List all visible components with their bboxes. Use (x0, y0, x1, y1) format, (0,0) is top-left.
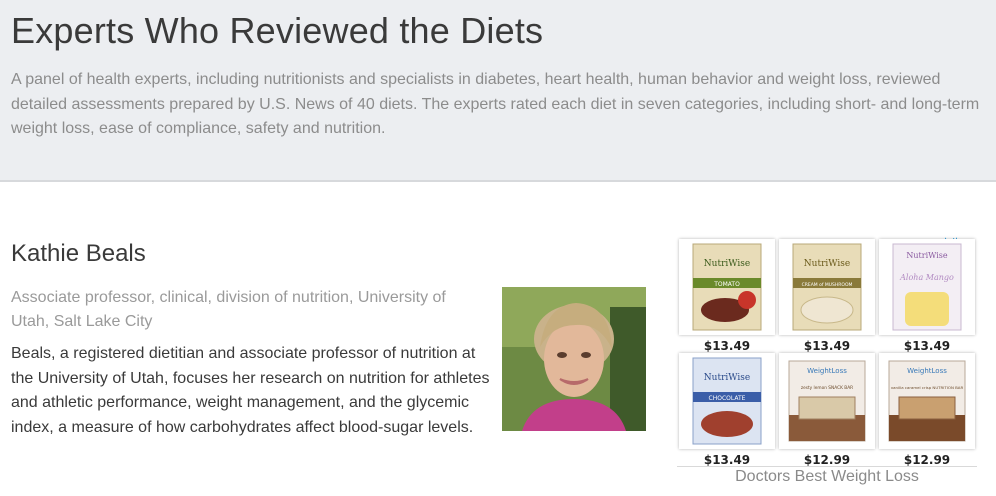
ad-product[interactable]: NutriWise CREAM of MUSHROOM $13.49 (779, 239, 875, 353)
product-image[interactable]: WeightLoss vanilla caramel crisp NUTRITI… (879, 353, 975, 449)
product-price[interactable]: $13.49 (679, 453, 775, 467)
product-brand: NutriWise (906, 251, 947, 260)
page-title: Experts Who Reviewed the Diets (11, 10, 544, 51)
product-flavor: CHOCOLATE (709, 395, 746, 402)
product-price[interactable]: $12.99 (879, 453, 975, 467)
product-price[interactable]: $13.49 (779, 339, 875, 353)
ad-caption[interactable]: Doctors Best Weight Loss (677, 468, 977, 486)
expert-title: Associate professor, clinical, division … (11, 289, 446, 330)
product-image[interactable]: NutriWise CHOCOLATE (679, 353, 775, 449)
intro-paragraph: A panel of health experts, including nut… (11, 71, 980, 137)
product-flavor: vanilla caramel crisp NUTRITION BAR (891, 385, 964, 390)
product-brand: NutriWise (804, 259, 850, 269)
ad-product[interactable]: WeightLoss vanilla caramel crisp NUTRITI… (879, 353, 975, 467)
page-header: Experts Who Reviewed the Diets A panel o… (0, 0, 996, 182)
product-flavor: TOMATO (713, 281, 740, 288)
product-brand: WeightLoss (907, 367, 947, 375)
product-brand: NutriWise (704, 373, 750, 383)
product-image[interactable]: NutriWise Aloha Mango (879, 239, 975, 335)
product-price[interactable]: $13.49 (879, 339, 975, 353)
product-flavor: CREAM of MUSHROOM (802, 282, 853, 288)
product-price[interactable]: $13.49 (679, 339, 775, 353)
product-image[interactable]: NutriWise CREAM of MUSHROOM (779, 239, 875, 335)
ad-product[interactable]: WeightLoss zesty lemon SNACK BAR $12.99 (779, 353, 875, 467)
product-image[interactable]: WeightLoss zesty lemon SNACK BAR (779, 353, 875, 449)
product-brand: NutriWise (704, 259, 750, 269)
advertisement[interactable]: 广告✕ NutriWise TOMATO $13.49 NutriWise CR… (677, 236, 977, 492)
product-brand: WeightLoss (807, 367, 847, 375)
ad-product[interactable]: NutriWise CHOCOLATE $13.49 (679, 353, 775, 467)
product-price[interactable]: $12.99 (779, 453, 875, 467)
ad-product[interactable]: NutriWise Aloha Mango $13.49 (879, 239, 975, 353)
product-flavor: zesty lemon SNACK BAR (801, 385, 853, 391)
expert-name: Kathie Beals (11, 240, 146, 267)
product-image[interactable]: NutriWise TOMATO (679, 239, 775, 335)
expert-bio: Beals, a registered dietitian and associ… (11, 345, 490, 436)
expert-photo (502, 287, 646, 431)
ad-product[interactable]: NutriWise TOMATO $13.49 (679, 239, 775, 353)
ad-divider (677, 466, 977, 467)
product-flavor: Aloha Mango (899, 273, 954, 282)
